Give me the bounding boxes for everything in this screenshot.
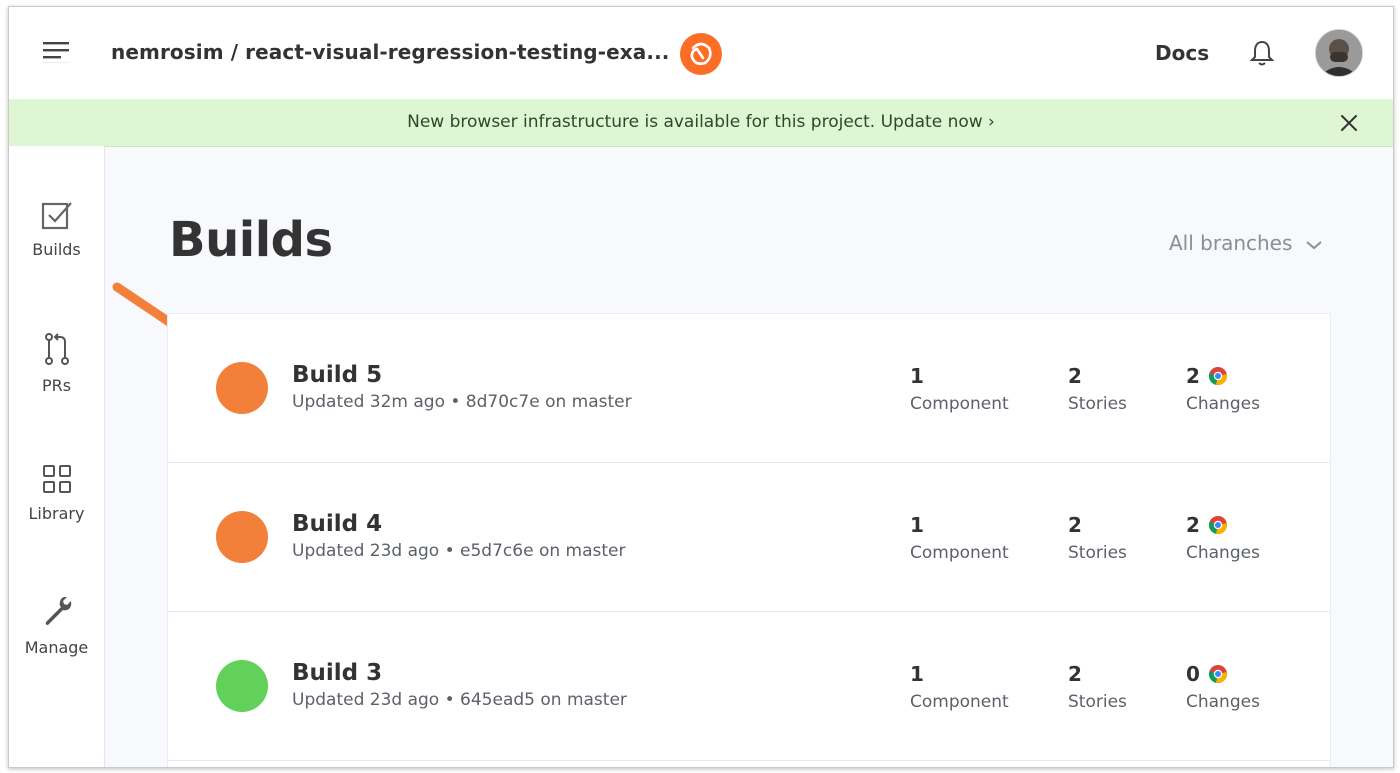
build-name[interactable]: Build 3	[292, 660, 382, 686]
stories-label: Stories	[1068, 692, 1127, 712]
build-status-indicator	[216, 511, 268, 563]
builds-check-icon	[41, 202, 72, 230]
sidebar-item-manage[interactable]: Manage	[9, 594, 104, 657]
changes-label: Changes	[1186, 394, 1260, 414]
branch-filter-dropdown[interactable]: All branches	[1169, 231, 1323, 255]
sidebar-item-label: Library	[28, 504, 85, 523]
sidebar-item-library[interactable]: Library	[9, 464, 104, 523]
docs-link[interactable]: Docs	[1155, 41, 1209, 65]
components-label: Component	[910, 543, 1009, 563]
app-window: nemrosim / react-visual-regression-testi…	[8, 6, 1394, 768]
sidebar: Builds PRs Library Manage	[9, 146, 105, 767]
components-label: Component	[910, 692, 1009, 712]
build-row[interactable]: Build 5 Updated 32m ago • 8d70c7e on mas…	[168, 314, 1330, 463]
chromatic-logo-icon[interactable]	[679, 32, 723, 76]
components-stat: 1 Component	[910, 364, 1009, 414]
build-status-indicator	[216, 660, 268, 712]
stories-label: Stories	[1068, 543, 1127, 563]
infrastructure-update-banner: New browser infrastructure is available …	[9, 99, 1393, 147]
stories-label: Stories	[1068, 394, 1127, 414]
build-meta: Updated 23d ago • 645ead5 on master	[292, 690, 627, 710]
components-count: 1	[910, 513, 924, 537]
build-meta: Updated 23d ago • e5d7c6e on master	[292, 541, 626, 561]
project-title[interactable]: nemrosim / react-visual-regression-testi…	[111, 40, 669, 64]
build-meta: Updated 32m ago • 8d70c7e on master	[292, 392, 632, 412]
components-stat: 1 Component	[910, 513, 1009, 563]
stories-count: 2	[1068, 364, 1082, 388]
stories-count: 2	[1068, 662, 1082, 686]
library-grid-icon	[42, 465, 71, 493]
chrome-browser-icon	[1208, 367, 1228, 386]
components-count: 1	[910, 364, 924, 388]
components-label: Component	[910, 394, 1009, 414]
avatar-photo-icon	[1316, 30, 1362, 76]
page-title: Builds	[169, 212, 333, 268]
menu-icon[interactable]	[43, 40, 73, 64]
changes-label: Changes	[1186, 543, 1260, 563]
build-name[interactable]: Build 4	[292, 511, 382, 537]
build-row[interactable]: Build 3 Updated 23d ago • 645ead5 on mas…	[168, 612, 1330, 761]
sidebar-item-label: PRs	[41, 376, 72, 395]
pull-request-icon	[44, 333, 69, 365]
builds-list: Build 5 Updated 32m ago • 8d70c7e on mas…	[167, 313, 1331, 767]
stories-stat: 2 Stories	[1068, 364, 1127, 414]
notification-bell-icon[interactable]	[1249, 39, 1275, 67]
chevron-down-icon	[1306, 240, 1322, 249]
sidebar-item-label: Builds	[32, 240, 81, 259]
stories-stat: 2 Stories	[1068, 513, 1127, 563]
changes-stat: 0 Changes	[1186, 662, 1260, 712]
sidebar-item-builds[interactable]: Builds	[9, 200, 104, 259]
sidebar-item-label: Manage	[24, 638, 89, 657]
close-icon[interactable]	[1339, 113, 1359, 133]
sidebar-item-prs[interactable]: PRs	[9, 332, 104, 395]
chrome-browser-icon	[1208, 516, 1228, 535]
branch-filter-label: All branches	[1169, 231, 1293, 255]
build-row[interactable]: Build 4 Updated 23d ago • e5d7c6e on mas…	[168, 463, 1330, 612]
build-status-indicator	[216, 362, 268, 414]
wrench-icon	[45, 596, 71, 625]
banner-update-link[interactable]: New browser infrastructure is available …	[9, 112, 1393, 132]
components-count: 1	[910, 662, 924, 686]
top-header: nemrosim / react-visual-regression-testi…	[9, 7, 1393, 100]
changes-stat: 2 Changes	[1186, 513, 1260, 563]
chrome-browser-icon	[1208, 665, 1228, 684]
stories-count: 2	[1068, 513, 1082, 537]
stories-stat: 2 Stories	[1068, 662, 1127, 712]
changes-stat: 2 Changes	[1186, 364, 1260, 414]
user-avatar[interactable]	[1315, 29, 1363, 77]
components-stat: 1 Component	[910, 662, 1009, 712]
build-name[interactable]: Build 5	[292, 362, 382, 388]
changes-label: Changes	[1186, 692, 1260, 712]
